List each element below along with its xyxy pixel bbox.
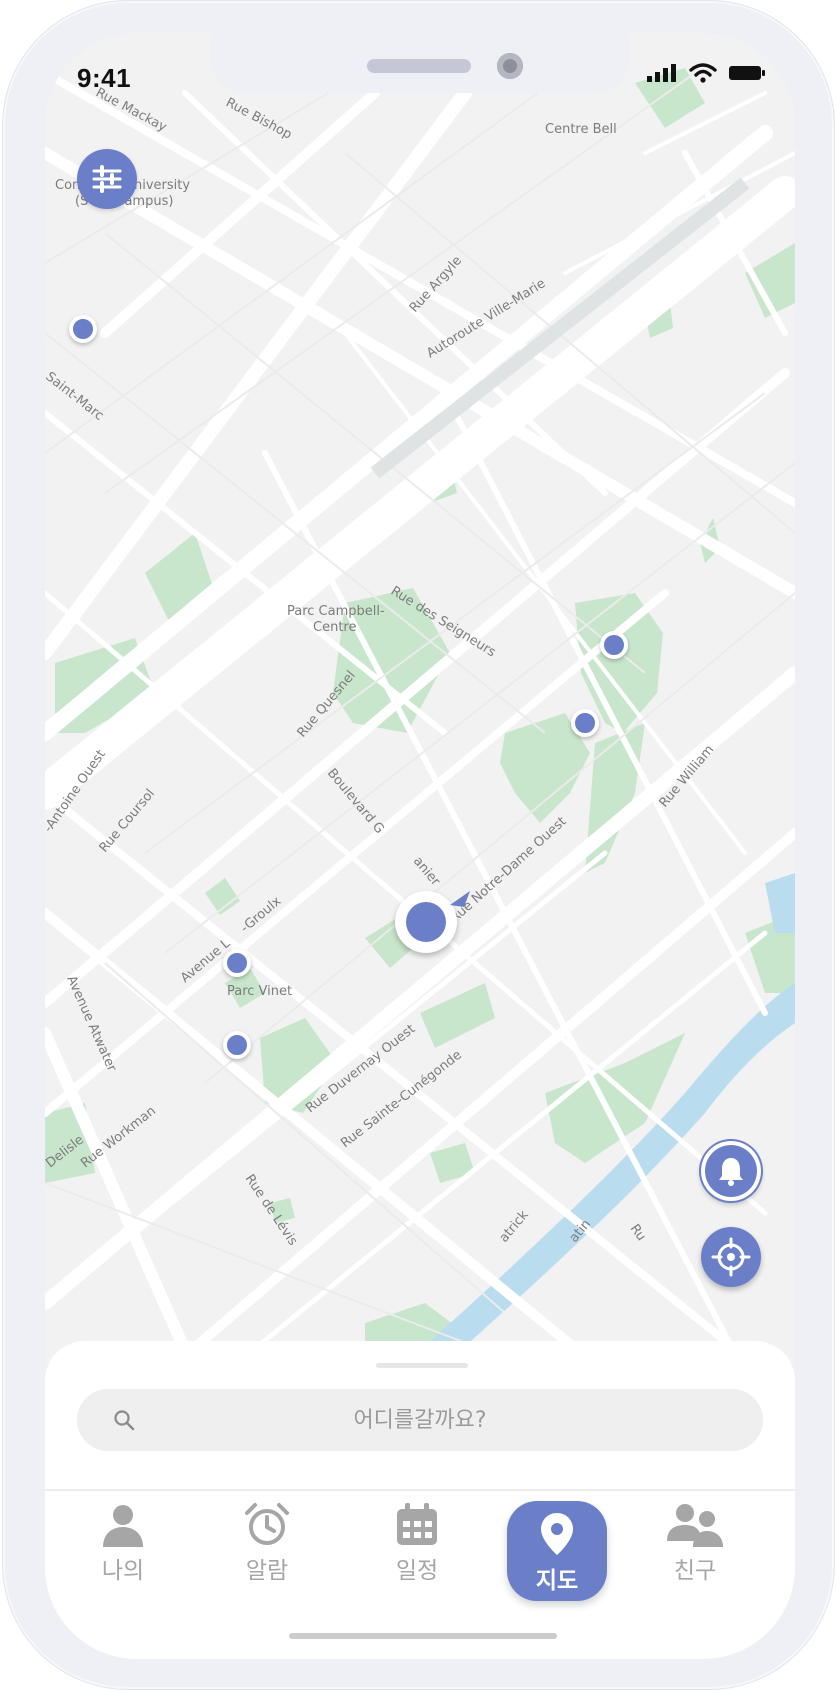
home-indicator xyxy=(289,1633,557,1639)
search-bar[interactable] xyxy=(77,1389,763,1451)
locate-me-button[interactable] xyxy=(701,1227,761,1287)
map-label: Centre Bell xyxy=(545,122,617,137)
crosshair-icon xyxy=(711,1237,751,1277)
friend-location-pin[interactable] xyxy=(571,709,599,737)
front-camera xyxy=(497,53,523,79)
alert-button[interactable] xyxy=(701,1141,761,1201)
current-location-dot xyxy=(406,902,446,942)
person-icon xyxy=(103,1505,143,1547)
alarm-clock-icon xyxy=(245,1503,289,1545)
tab-label: 알람 xyxy=(245,1558,289,1584)
heading-arrow-icon xyxy=(450,891,470,907)
screen: Rue Mackay Rue Bishop Centre Bell Concor… xyxy=(45,33,795,1659)
calendar-icon xyxy=(397,1503,437,1545)
phone-frame: Rue Mackay Rue Bishop Centre Bell Concor… xyxy=(2,0,835,1690)
map-view[interactable]: Rue Mackay Rue Bishop Centre Bell Concor… xyxy=(45,33,795,1373)
status-icons xyxy=(647,63,765,83)
status-time: 9:41 xyxy=(77,63,132,93)
map-label: Centre xyxy=(313,620,356,635)
search-input[interactable] xyxy=(77,1389,763,1451)
friend-location-pin[interactable] xyxy=(69,315,97,343)
map-label: Parc Vinet xyxy=(227,984,292,999)
friend-location-pin[interactable] xyxy=(223,949,251,977)
bell-icon xyxy=(719,1158,743,1186)
speaker xyxy=(367,59,471,73)
friends-icon xyxy=(667,1504,723,1547)
tab-label: 나의 xyxy=(101,1558,145,1584)
tab-map[interactable]: 지도 xyxy=(507,1501,607,1601)
tab-label: 지도 xyxy=(535,1568,579,1594)
friend-location-pin[interactable] xyxy=(600,631,628,659)
tab-me[interactable]: 나의 xyxy=(73,1501,173,1611)
map-label: Parc Campbell- xyxy=(287,604,385,619)
current-location-marker[interactable] xyxy=(395,891,457,953)
wifi-icon xyxy=(689,63,717,83)
friend-location-pin[interactable] xyxy=(223,1031,251,1059)
battery-icon xyxy=(729,66,765,80)
sliders-icon xyxy=(92,165,122,193)
filter-button[interactable] xyxy=(77,149,137,209)
tab-schedule[interactable]: 일정 xyxy=(367,1501,467,1611)
sheet-grabber[interactable] xyxy=(376,1363,468,1368)
tab-friends[interactable]: 친구 xyxy=(645,1501,745,1611)
signal-icon xyxy=(647,64,676,82)
tab-alarm[interactable]: 알람 xyxy=(217,1501,317,1611)
tab-label: 일정 xyxy=(395,1558,439,1584)
tab-label: 친구 xyxy=(673,1558,717,1584)
map-pin-icon xyxy=(541,1513,573,1555)
